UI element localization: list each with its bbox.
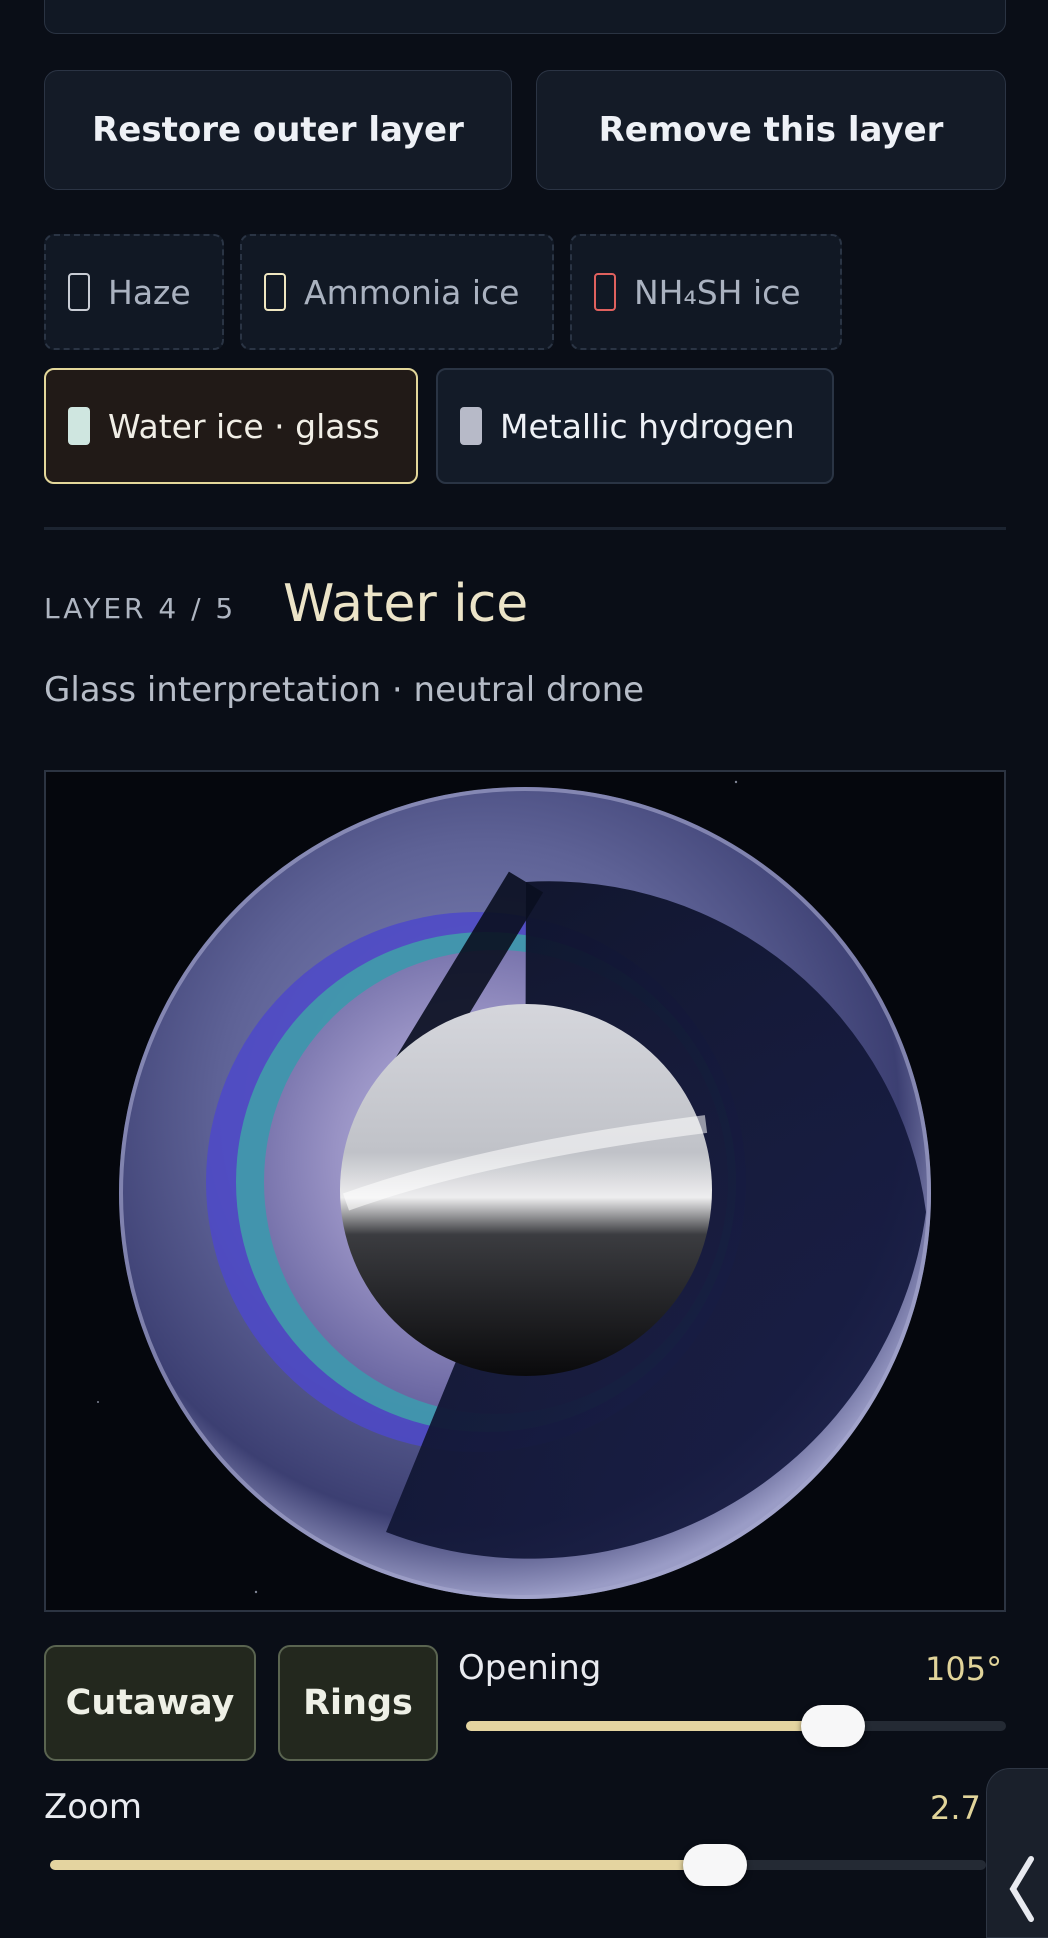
nh4sh-swatch-icon: [594, 273, 616, 311]
opening-slider-handle[interactable]: [801, 1705, 865, 1747]
layer-title: Water ice: [283, 574, 529, 634]
layer-chip-water-ice[interactable]: Water ice · glass: [44, 368, 418, 484]
remove-layer-button[interactable]: Remove this layer: [536, 70, 1006, 190]
planet-viewer[interactable]: [44, 770, 1006, 1612]
zoom-slider-handle[interactable]: [683, 1844, 747, 1886]
haze-swatch-icon: [68, 273, 90, 311]
section-divider: [44, 527, 1006, 530]
layer-chip-label: Haze: [108, 272, 191, 312]
restore-outer-layer-label: Restore outer layer: [92, 110, 464, 150]
cutaway-label: Cutaway: [65, 1683, 235, 1723]
ammonia-swatch-icon: [264, 273, 286, 311]
restore-outer-layer-button[interactable]: Restore outer layer: [44, 70, 512, 190]
layer-chip-label: Ammonia ice: [304, 272, 520, 312]
zoom-label: Zoom: [44, 1787, 143, 1827]
zoom-slider-fill: [50, 1860, 715, 1870]
layer-index: LAYER 4 / 5: [44, 592, 237, 625]
layer-chip-nh4sh-ice[interactable]: NH₄SH ice: [570, 234, 842, 350]
rings-toggle-button[interactable]: Rings: [278, 1645, 438, 1761]
cutaway-toggle-button[interactable]: Cutaway: [44, 1645, 256, 1761]
layer-chip-ammonia-ice[interactable]: Ammonia ice: [240, 234, 554, 350]
layer-chip-label: Water ice · glass: [108, 406, 380, 446]
zoom-value: 2.7: [930, 1789, 981, 1827]
layer-chip-metallic-hydrogen[interactable]: Metallic hydrogen: [436, 368, 834, 484]
opening-value: 105°: [925, 1650, 1003, 1688]
metallic-hydrogen-swatch-icon: [460, 407, 482, 445]
opening-slider-fill: [466, 1721, 833, 1731]
layer-chip-haze[interactable]: Haze: [44, 234, 224, 350]
layer-chip-label: NH₄SH ice: [634, 272, 801, 312]
layer-chip-label: Metallic hydrogen: [500, 406, 795, 446]
opening-label: Opening: [458, 1648, 602, 1688]
rings-label: Rings: [303, 1683, 413, 1723]
planet-cutaway-render: [97, 780, 931, 1599]
water-ice-swatch-icon: [68, 407, 90, 445]
top-panel: [44, 0, 1006, 34]
layer-subtitle: Glass interpretation · neutral drone: [44, 670, 645, 710]
drawer-tab[interactable]: [986, 1768, 1048, 1938]
remove-layer-label: Remove this layer: [598, 110, 944, 150]
chevron-left-icon: [1009, 1856, 1034, 1922]
